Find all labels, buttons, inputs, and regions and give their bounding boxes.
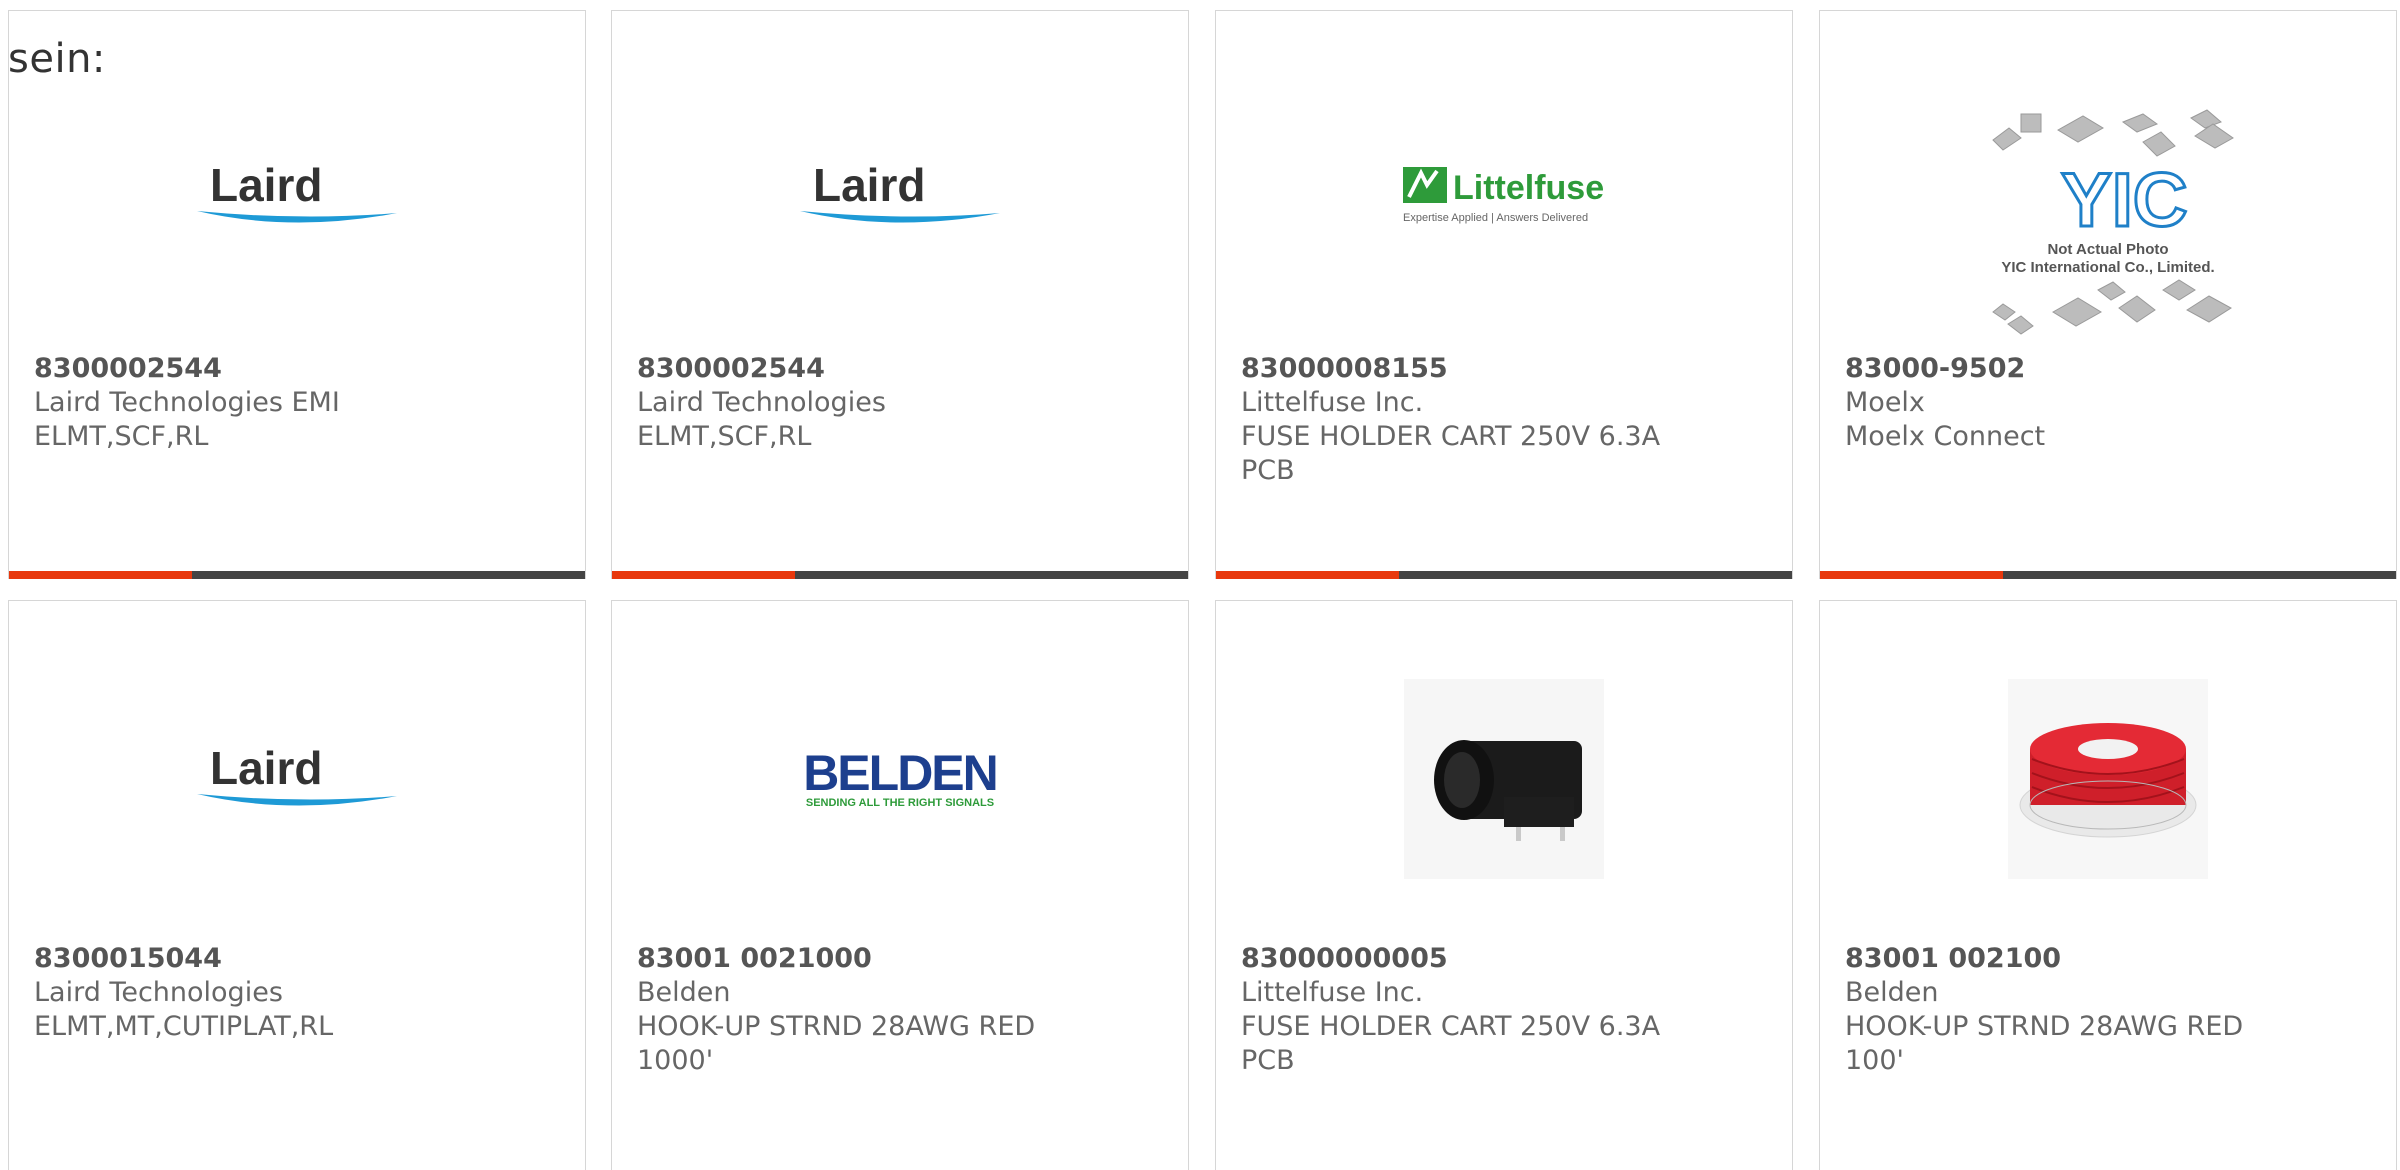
manufacturer: Moelx (1845, 387, 1925, 418)
description: ELMT,SCF,RL (637, 421, 812, 452)
laird-logo: Laird (197, 744, 397, 806)
product-card[interactable]: BELDEN SENDING ALL THE RIGHT SIGNALS 830… (611, 600, 1189, 1170)
product-card[interactable]: Laird 8300015044 Laird Technologies ELMT… (8, 600, 586, 1170)
red-wire-spool-photo (2008, 679, 2208, 879)
svg-text:YIC International Co., Limited: YIC International Co., Limited. (2001, 259, 2214, 276)
description: FUSE HOLDER CART 250V 6.3A PCB (1241, 421, 1661, 486)
part-number[interactable]: 83001 0021000 (637, 942, 1067, 976)
laird-logo: Laird (800, 161, 1000, 223)
product-card[interactable]: 83000000005 Littelfuse Inc. FUSE HOLDER … (1215, 600, 1793, 1170)
svg-text:Laird: Laird (210, 161, 322, 211)
product-image[interactable]: YIC Not Actual Photo YIC International C… (1820, 99, 2396, 349)
svg-text:Not Actual Photo: Not Actual Photo (2047, 241, 2168, 258)
part-number[interactable]: 83001 002100 (1845, 942, 2275, 976)
product-grid: Laird 8300002544 Laird Technologies EMI … (0, 0, 2400, 1170)
product-image[interactable]: Laird (612, 71, 1188, 321)
manufacturer: Laird Technologies (637, 387, 886, 418)
card-progress-bar (9, 571, 585, 579)
svg-text:SENDING ALL THE RIGHT SIGNALS: SENDING ALL THE RIGHT SIGNALS (806, 797, 994, 809)
manufacturer: Laird Technologies (34, 977, 283, 1008)
product-image[interactable] (1820, 649, 2396, 909)
product-card[interactable]: Littelfuse Expertise Applied | Answers D… (1215, 10, 1793, 579)
manufacturer: Belden (1845, 977, 1939, 1008)
fuse-holder-photo (1404, 679, 1604, 879)
part-number[interactable]: 8300002544 (34, 352, 464, 386)
product-card[interactable]: Laird 8300002544 Laird Technologies EMI … (8, 10, 586, 579)
svg-text:BELDEN: BELDEN (803, 745, 997, 801)
manufacturer: Belden (637, 977, 731, 1008)
svg-text:Expertise Applied | Answers De: Expertise Applied | Answers Delivered (1403, 212, 1588, 224)
product-card[interactable]: Laird 8300002544 Laird Technologies ELMT… (611, 10, 1189, 579)
description: ELMT,MT,CUTIPLAT,RL (34, 1011, 334, 1042)
svg-text:Laird: Laird (813, 161, 925, 211)
description: ELMT,SCF,RL (34, 421, 209, 452)
description: HOOK-UP STRND 28AWG RED 1000' (637, 1011, 1036, 1076)
product-image[interactable]: Littelfuse Expertise Applied | Answers D… (1216, 71, 1792, 321)
svg-text:Laird: Laird (210, 744, 322, 794)
intro-text: sein: (8, 36, 106, 82)
manufacturer: Littelfuse Inc. (1241, 387, 1424, 418)
manufacturer: Laird Technologies EMI (34, 387, 340, 418)
card-progress-bar (1216, 571, 1792, 579)
svg-text:Littelfuse: Littelfuse (1453, 169, 1604, 207)
manufacturer: Littelfuse Inc. (1241, 977, 1424, 1008)
yic-placeholder-image: YIC Not Actual Photo YIC International C… (1992, 108, 2234, 335)
description: FUSE HOLDER CART 250V 6.3A PCB (1241, 1011, 1661, 1076)
product-card[interactable]: YIC Not Actual Photo YIC International C… (1819, 10, 2397, 579)
part-number[interactable]: 8300002544 (637, 352, 1067, 386)
part-number[interactable]: 83000-9502 (1845, 352, 2275, 386)
part-number[interactable]: 83000000005 (1241, 942, 1671, 976)
card-progress-bar (612, 571, 1188, 579)
part-number[interactable]: 83000008155 (1241, 352, 1671, 386)
description: Moelx Connect (1845, 421, 2046, 452)
description: HOOK-UP STRND 28AWG RED 100' (1845, 1011, 2244, 1076)
card-progress-bar (1820, 571, 2396, 579)
product-image[interactable] (1216, 649, 1792, 909)
product-image[interactable]: Laird (9, 71, 585, 321)
product-image[interactable]: Laird (9, 649, 585, 909)
laird-logo: Laird (197, 161, 397, 223)
svg-text:YIC: YIC (2061, 158, 2188, 243)
littelfuse-logo: Littelfuse Expertise Applied | Answers D… (1403, 167, 1604, 224)
product-image[interactable]: BELDEN SENDING ALL THE RIGHT SIGNALS (612, 649, 1188, 909)
product-card[interactable]: 83001 002100 Belden HOOK-UP STRND 28AWG … (1819, 600, 2397, 1170)
part-number[interactable]: 8300015044 (34, 942, 464, 976)
belden-logo: BELDEN SENDING ALL THE RIGHT SIGNALS (803, 745, 999, 809)
